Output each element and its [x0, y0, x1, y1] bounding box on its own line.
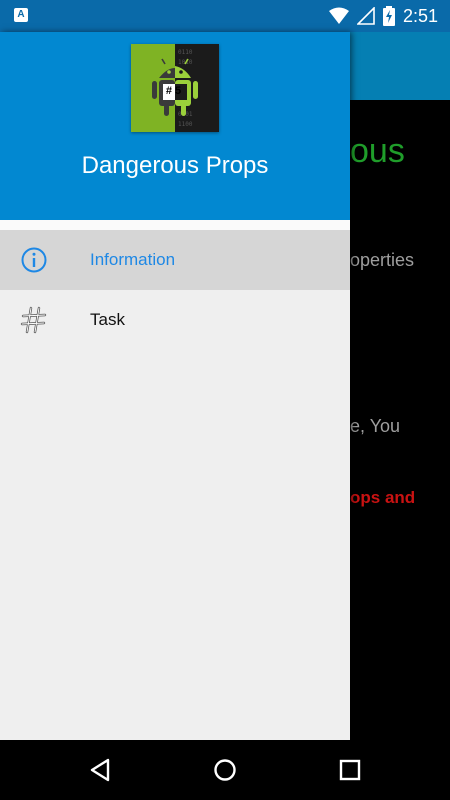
- header-divider: [0, 220, 350, 230]
- hash-icon: [20, 306, 47, 334]
- app-name: Dangerous Props: [81, 152, 269, 179]
- menu-item-information[interactable]: Information: [0, 230, 350, 290]
- logo-badge-text: #5: [165, 85, 185, 97]
- system-navigation-bar: [0, 740, 450, 800]
- menu-item-task[interactable]: Task: [0, 290, 350, 350]
- svg-text:1100: 1100: [178, 121, 193, 128]
- back-button[interactable]: [86, 756, 114, 784]
- info-icon: [21, 247, 47, 273]
- recents-button[interactable]: [336, 756, 364, 784]
- background-text-2: e, You: [350, 416, 401, 436]
- svg-text:0110: 0110: [178, 49, 193, 56]
- status-bar: A 2:51: [0, 0, 450, 32]
- background-title: ous: [350, 132, 405, 170]
- battery-charging-icon: [382, 6, 395, 26]
- navigation-drawer[interactable]: 01101010 01011100: [0, 32, 350, 740]
- drawer-header: 01101010 01011100: [0, 32, 350, 220]
- background-text-1: operties: [350, 250, 415, 270]
- home-button[interactable]: [211, 756, 239, 784]
- menu-item-label: Task: [90, 310, 125, 329]
- app-logo: 01101010 01011100: [131, 44, 219, 132]
- background-warning-text: ops and: [350, 488, 416, 507]
- menu-item-label: Information: [90, 250, 176, 269]
- status-icons: 2:51: [328, 6, 438, 26]
- signal-icon: [356, 7, 375, 25]
- notification-icon: A: [14, 8, 28, 22]
- wifi-icon: [328, 7, 349, 24]
- clock: 2:51: [402, 6, 438, 26]
